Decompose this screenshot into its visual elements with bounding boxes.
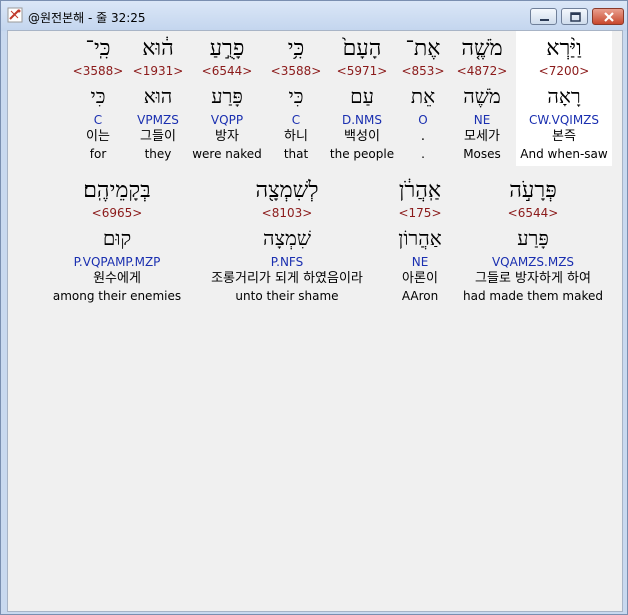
minimize-icon [540,19,549,21]
word-cell[interactable]: לְשִׁמְצָ֖ה <8103> שִׁמְצָה P.NFS 조롱거리가 … [182,173,392,308]
lemma-word: כִּי [90,84,106,108]
english-gloss: had made them maked [462,289,603,303]
word-cell[interactable]: מֹשֶׁ֤ה <4872> מֹשֶׁה NE 모세가 Moses [448,31,516,166]
lemma-word: רָאָה [547,84,581,108]
word-cell[interactable]: פָרֻ֣עַ <6544> פָּרַע VQPP 방자 were naked [188,31,266,166]
lemma-word: פָּרַע [211,84,243,108]
strong-number: <1931> [132,64,184,78]
morphology-code: P.VQPAMP.MZP [73,255,161,269]
hebrew-word: לְשִׁמְצָ֖ה [255,178,319,203]
hebrew-word: ה֔וּא [142,36,174,61]
app-logo-icon [7,7,23,23]
korean-gloss: 아론이 [402,271,438,286]
morphology-code: D.NMS [341,113,382,127]
english-gloss: And when-saw [520,147,608,161]
english-gloss: AAron [401,289,439,303]
english-gloss: that [283,147,309,161]
app-window: @원전본해 - 줄 32:25 כִּֽי־ <3588> כִּי C 이는 [0,0,628,615]
english-gloss: . [421,147,425,161]
lemma-word: מֹשֶׁה [463,84,501,108]
word-cell-selected[interactable]: וַיַּ֨רְא <7200> רָאָה CW.VQIMZS 본즉 And … [516,31,612,166]
korean-gloss: 그들로 방자하게 하여 [475,271,591,286]
strong-number: <8103> [261,206,313,220]
strong-number: <3588> [72,64,124,78]
strong-number: <4872> [456,64,508,78]
hebrew-word: הָעָם֙ [342,36,382,61]
morphology-code: O [418,113,428,127]
korean-gloss: 하니 [284,129,308,144]
hebrew-word: פְּרָעֹ֣ה [509,178,557,203]
korean-gloss: 백성이 [344,129,380,144]
close-icon [604,12,614,22]
hebrew-word: וַיַּ֨רְא [546,36,582,61]
korean-gloss: 본즉 [552,129,576,144]
korean-gloss: 조롱거리가 되게 하였음이라 [211,271,363,286]
lemma-word: עַם [350,84,374,108]
title-bar[interactable]: @원전본해 - 줄 32:25 [1,1,627,31]
strong-number: <3588> [270,64,322,78]
morphology-code: C [291,113,301,127]
morphology-code: VQPP [210,113,244,127]
word-cell[interactable]: כִּֽי־ <3588> כִּי C 이는 for [68,31,128,166]
lemma-word: אַהֲרוֹן [398,226,442,250]
morphology-code: C [93,113,103,127]
minimize-button[interactable] [530,8,557,25]
hebrew-word: מֹשֶׁ֤ה [461,36,503,61]
lemma-word: פָּרַע [517,226,549,250]
word-cell[interactable]: כִּ֥י <3588> כִּי C 하니 that [266,31,326,166]
strong-number: <175> [398,206,442,220]
morphology-code: P.NFS [270,255,304,269]
strong-number: <5971> [336,64,388,78]
maximize-icon [570,12,581,22]
maximize-button[interactable] [561,8,588,25]
strong-number: <6544> [201,64,253,78]
lemma-word: קוּם [102,226,132,250]
korean-gloss: 모세가 [464,129,500,144]
lemma-word: שִׁמְצָה [263,226,311,250]
word-cell[interactable]: פְּרָעֹ֣ה <6544> פָּרַע VQAMZS.MZS 그들로 방… [448,173,618,308]
korean-gloss: . [420,129,426,144]
korean-gloss: 그들이 [140,129,176,144]
hebrew-word: בְּקָמֵיהֶֽם׃ [83,178,151,203]
word-cell[interactable]: הָעָם֙ <5971> עַם D.NMS 백성이 the people [326,31,398,166]
morphology-code: VQAMZS.MZS [491,255,575,269]
word-cell[interactable]: אַֽהֲרֹ֔ן <175> אַהֲרוֹן NE 아론이 AAron [392,173,448,308]
close-button[interactable] [592,8,624,25]
english-gloss: among their enemies [52,289,182,303]
hebrew-word: אַֽהֲרֹ֔ן [398,178,442,203]
window-title: @원전본해 - 줄 32:25 [28,11,146,25]
interlinear-view[interactable]: כִּֽי־ <3588> כִּי C 이는 for ה֔וּא <1931>… [7,30,623,612]
english-gloss: the people [329,147,395,161]
morphology-code: NE [411,255,429,269]
english-gloss: they [144,147,172,161]
morphology-code: NE [473,113,491,127]
morphology-code: VPMZS [137,113,179,127]
korean-gloss: 원수에게 [93,271,141,286]
strong-number: <6544> [507,206,559,220]
strong-number: <7200> [538,64,590,78]
hebrew-word: כִּֽי־ [85,36,111,61]
lemma-word: הוּא [143,84,173,108]
lemma-word: אֵת [410,84,436,108]
lemma-word: כִּי [288,84,304,108]
english-gloss: for [89,147,107,161]
english-gloss: Moses [463,147,501,161]
korean-gloss: 이는 [86,129,110,144]
strong-number: <6965> [91,206,143,220]
word-cell[interactable]: בְּקָמֵיהֶֽם׃ <6965> קוּם P.VQPAMP.MZP 원… [52,173,182,308]
hebrew-word: פָרֻ֣עַ [209,36,245,61]
strong-number: <853> [401,64,445,78]
english-gloss: were naked [192,147,262,161]
korean-gloss: 방자 [215,129,239,144]
word-cell[interactable]: ה֔וּא <1931> הוּא VPMZS 그들이 they [128,31,188,166]
hebrew-word: אֶת־ [405,36,441,61]
english-gloss: unto their shame [235,289,339,303]
morphology-code: CW.VQIMZS [528,113,600,127]
hebrew-word: כִּ֥י [287,36,305,61]
word-cell[interactable]: אֶת־ <853> אֵת O . . [398,31,448,166]
